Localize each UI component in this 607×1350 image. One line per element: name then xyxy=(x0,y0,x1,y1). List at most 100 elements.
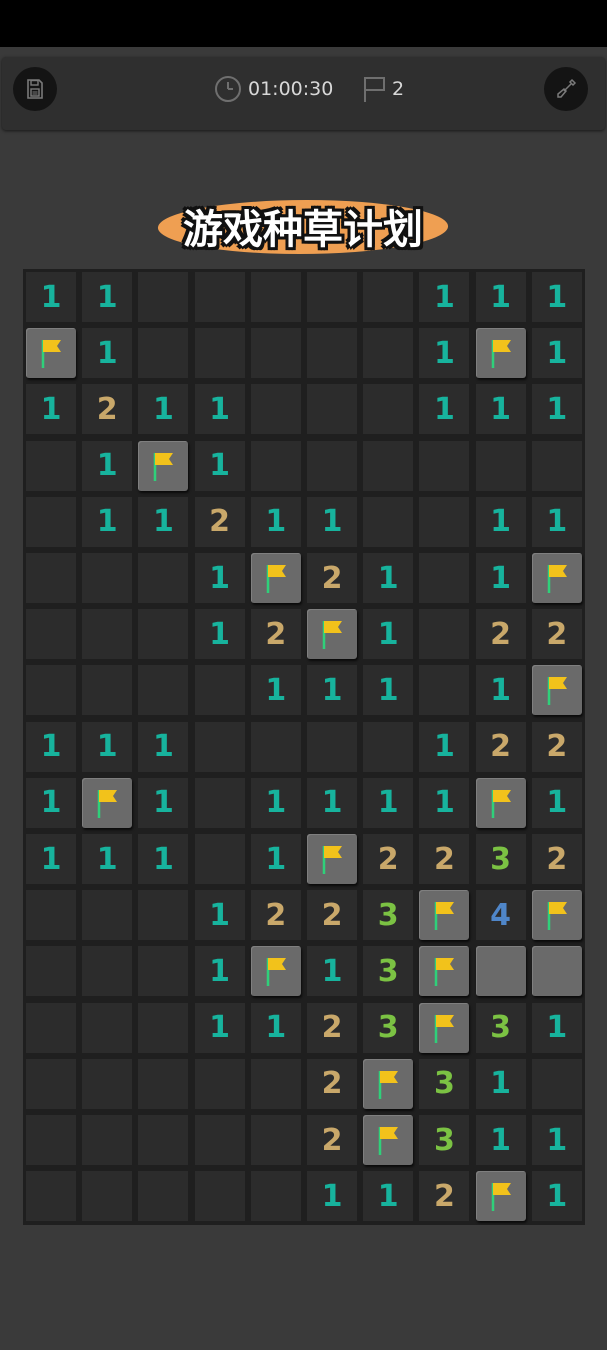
empty-cell[interactable] xyxy=(363,440,414,491)
empty-cell[interactable] xyxy=(138,946,189,997)
empty-cell[interactable] xyxy=(307,721,357,772)
flagged-cell[interactable] xyxy=(531,890,582,941)
empty-cell[interactable] xyxy=(26,553,76,603)
number-cell[interactable]: 1 xyxy=(194,553,245,603)
empty-cell[interactable] xyxy=(138,272,189,322)
empty-cell[interactable] xyxy=(138,1058,189,1109)
number-cell[interactable]: 2 xyxy=(419,834,470,884)
empty-cell[interactable] xyxy=(138,1002,189,1053)
empty-cell[interactable] xyxy=(363,272,414,322)
number-cell[interactable]: 1 xyxy=(363,777,414,828)
empty-cell[interactable] xyxy=(419,553,470,603)
number-cell[interactable]: 1 xyxy=(475,496,526,547)
empty-cell[interactable] xyxy=(250,440,301,491)
number-cell[interactable]: 2 xyxy=(250,890,301,941)
number-cell[interactable]: 1 xyxy=(531,777,582,828)
empty-cell[interactable] xyxy=(531,1058,582,1109)
number-cell[interactable]: 1 xyxy=(82,834,133,884)
flagged-cell[interactable] xyxy=(419,890,470,941)
empty-cell[interactable] xyxy=(138,553,189,603)
empty-cell[interactable] xyxy=(250,272,301,322)
number-cell[interactable]: 1 xyxy=(419,384,470,435)
number-cell[interactable]: 1 xyxy=(250,777,301,828)
number-cell[interactable]: 1 xyxy=(363,1171,414,1222)
number-cell[interactable]: 1 xyxy=(307,665,357,716)
number-cell[interactable]: 1 xyxy=(531,1171,582,1222)
number-cell[interactable]: 1 xyxy=(82,328,133,379)
number-cell[interactable]: 1 xyxy=(475,272,526,322)
empty-cell[interactable] xyxy=(138,609,189,660)
flagged-cell[interactable] xyxy=(363,1115,414,1165)
empty-cell[interactable] xyxy=(250,1058,301,1109)
empty-cell[interactable] xyxy=(363,384,414,435)
number-cell[interactable]: 1 xyxy=(82,496,133,547)
number-cell[interactable]: 1 xyxy=(531,272,582,322)
flagged-cell[interactable] xyxy=(475,328,526,379)
number-cell[interactable]: 1 xyxy=(419,272,470,322)
flagged-cell[interactable] xyxy=(419,946,470,997)
number-cell[interactable]: 2 xyxy=(475,721,526,772)
empty-cell[interactable] xyxy=(82,890,133,941)
empty-cell[interactable] xyxy=(26,1171,76,1222)
empty-cell[interactable] xyxy=(26,1002,76,1053)
number-cell[interactable]: 2 xyxy=(363,834,414,884)
empty-cell[interactable] xyxy=(194,777,245,828)
empty-cell[interactable] xyxy=(194,1115,245,1165)
empty-cell[interactable] xyxy=(194,665,245,716)
empty-cell[interactable] xyxy=(531,440,582,491)
empty-cell[interactable] xyxy=(138,1115,189,1165)
empty-cell[interactable] xyxy=(419,440,470,491)
number-cell[interactable]: 1 xyxy=(250,496,301,547)
number-cell[interactable]: 3 xyxy=(475,1002,526,1053)
flagged-cell[interactable] xyxy=(475,1171,526,1222)
flagged-cell[interactable] xyxy=(531,553,582,603)
number-cell[interactable]: 3 xyxy=(475,834,526,884)
empty-cell[interactable] xyxy=(138,665,189,716)
number-cell[interactable]: 1 xyxy=(82,440,133,491)
flagged-cell[interactable] xyxy=(419,1002,470,1053)
number-cell[interactable]: 1 xyxy=(138,721,189,772)
empty-cell[interactable] xyxy=(307,272,357,322)
empty-cell[interactable] xyxy=(26,946,76,997)
empty-cell[interactable] xyxy=(82,665,133,716)
empty-cell[interactable] xyxy=(250,1115,301,1165)
number-cell[interactable]: 1 xyxy=(475,665,526,716)
number-cell[interactable]: 1 xyxy=(82,272,133,322)
empty-cell[interactable] xyxy=(82,946,133,997)
number-cell[interactable]: 1 xyxy=(138,777,189,828)
number-cell[interactable]: 1 xyxy=(194,440,245,491)
number-cell[interactable]: 2 xyxy=(307,1058,357,1109)
empty-cell[interactable] xyxy=(194,834,245,884)
flagged-cell[interactable] xyxy=(475,777,526,828)
number-cell[interactable]: 3 xyxy=(363,946,414,997)
number-cell[interactable]: 1 xyxy=(194,384,245,435)
empty-cell[interactable] xyxy=(82,553,133,603)
number-cell[interactable]: 1 xyxy=(26,777,76,828)
number-cell[interactable]: 1 xyxy=(531,328,582,379)
number-cell[interactable]: 1 xyxy=(138,496,189,547)
number-cell[interactable]: 1 xyxy=(138,834,189,884)
number-cell[interactable]: 1 xyxy=(138,384,189,435)
number-cell[interactable]: 2 xyxy=(250,609,301,660)
empty-cell[interactable] xyxy=(194,721,245,772)
number-cell[interactable]: 2 xyxy=(307,1002,357,1053)
number-cell[interactable]: 1 xyxy=(26,834,76,884)
empty-cell[interactable] xyxy=(363,721,414,772)
number-cell[interactable]: 1 xyxy=(194,1002,245,1053)
number-cell[interactable]: 1 xyxy=(475,1058,526,1109)
flagged-cell[interactable] xyxy=(363,1058,414,1109)
empty-cell[interactable] xyxy=(138,328,189,379)
empty-cell[interactable] xyxy=(26,1115,76,1165)
empty-cell[interactable] xyxy=(82,1002,133,1053)
number-cell[interactable]: 1 xyxy=(531,1002,582,1053)
number-cell[interactable]: 1 xyxy=(26,721,76,772)
number-cell[interactable]: 2 xyxy=(475,609,526,660)
number-cell[interactable]: 1 xyxy=(194,946,245,997)
empty-cell[interactable] xyxy=(194,272,245,322)
flagged-cell[interactable] xyxy=(250,553,301,603)
empty-cell[interactable] xyxy=(363,496,414,547)
empty-cell[interactable] xyxy=(138,1171,189,1222)
number-cell[interactable]: 1 xyxy=(307,1171,357,1222)
empty-cell[interactable] xyxy=(363,328,414,379)
flagged-cell[interactable] xyxy=(307,609,357,660)
